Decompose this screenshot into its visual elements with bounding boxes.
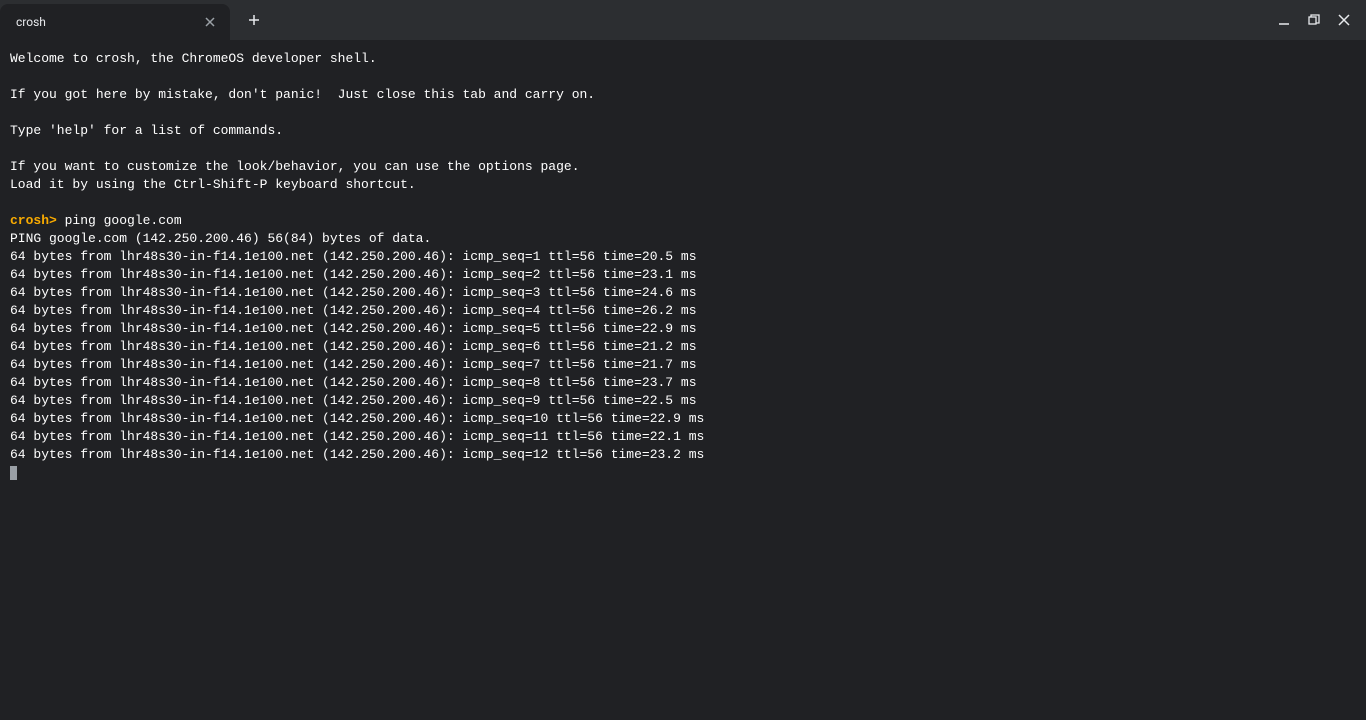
minimize-icon[interactable] — [1276, 12, 1292, 28]
window-controls — [1276, 12, 1366, 28]
ping-line: 64 bytes from lhr48s30-in-f14.1e100.net … — [10, 375, 697, 390]
welcome-text: Welcome to crosh, the ChromeOS developer… — [10, 51, 377, 66]
ping-line: 64 bytes from lhr48s30-in-f14.1e100.net … — [10, 321, 697, 336]
help-text: Type 'help' for a list of commands. — [10, 123, 283, 138]
ping-line: 64 bytes from lhr48s30-in-f14.1e100.net … — [10, 357, 697, 372]
command-text: ping google.com — [57, 213, 182, 228]
ping-line: 64 bytes from lhr48s30-in-f14.1e100.net … — [10, 339, 697, 354]
ping-line: 64 bytes from lhr48s30-in-f14.1e100.net … — [10, 429, 704, 444]
cursor — [10, 466, 17, 480]
maximize-icon[interactable] — [1306, 12, 1322, 28]
terminal-output[interactable]: Welcome to crosh, the ChromeOS developer… — [0, 40, 1366, 492]
tab-crosh[interactable]: crosh — [0, 4, 230, 40]
tab-title: crosh — [16, 15, 46, 29]
ping-line: 64 bytes from lhr48s30-in-f14.1e100.net … — [10, 285, 697, 300]
ping-line: 64 bytes from lhr48s30-in-f14.1e100.net … — [10, 267, 697, 282]
ping-line: 64 bytes from lhr48s30-in-f14.1e100.net … — [10, 249, 697, 264]
close-window-icon[interactable] — [1336, 12, 1352, 28]
ping-line: 64 bytes from lhr48s30-in-f14.1e100.net … — [10, 447, 704, 462]
prompt: crosh> — [10, 213, 57, 228]
ping-header: PING google.com (142.250.200.46) 56(84) … — [10, 231, 431, 246]
ping-line: 64 bytes from lhr48s30-in-f14.1e100.net … — [10, 393, 697, 408]
titlebar: crosh — [0, 0, 1366, 40]
customize-text-1: If you want to customize the look/behavi… — [10, 159, 580, 174]
customize-text-2: Load it by using the Ctrl-Shift-P keyboa… — [10, 177, 416, 192]
mistake-text: If you got here by mistake, don't panic!… — [10, 87, 595, 102]
new-tab-button[interactable] — [242, 8, 266, 32]
tabs-area: crosh — [0, 0, 266, 40]
ping-line: 64 bytes from lhr48s30-in-f14.1e100.net … — [10, 411, 704, 426]
close-tab-icon[interactable] — [202, 14, 218, 30]
ping-line: 64 bytes from lhr48s30-in-f14.1e100.net … — [10, 303, 697, 318]
